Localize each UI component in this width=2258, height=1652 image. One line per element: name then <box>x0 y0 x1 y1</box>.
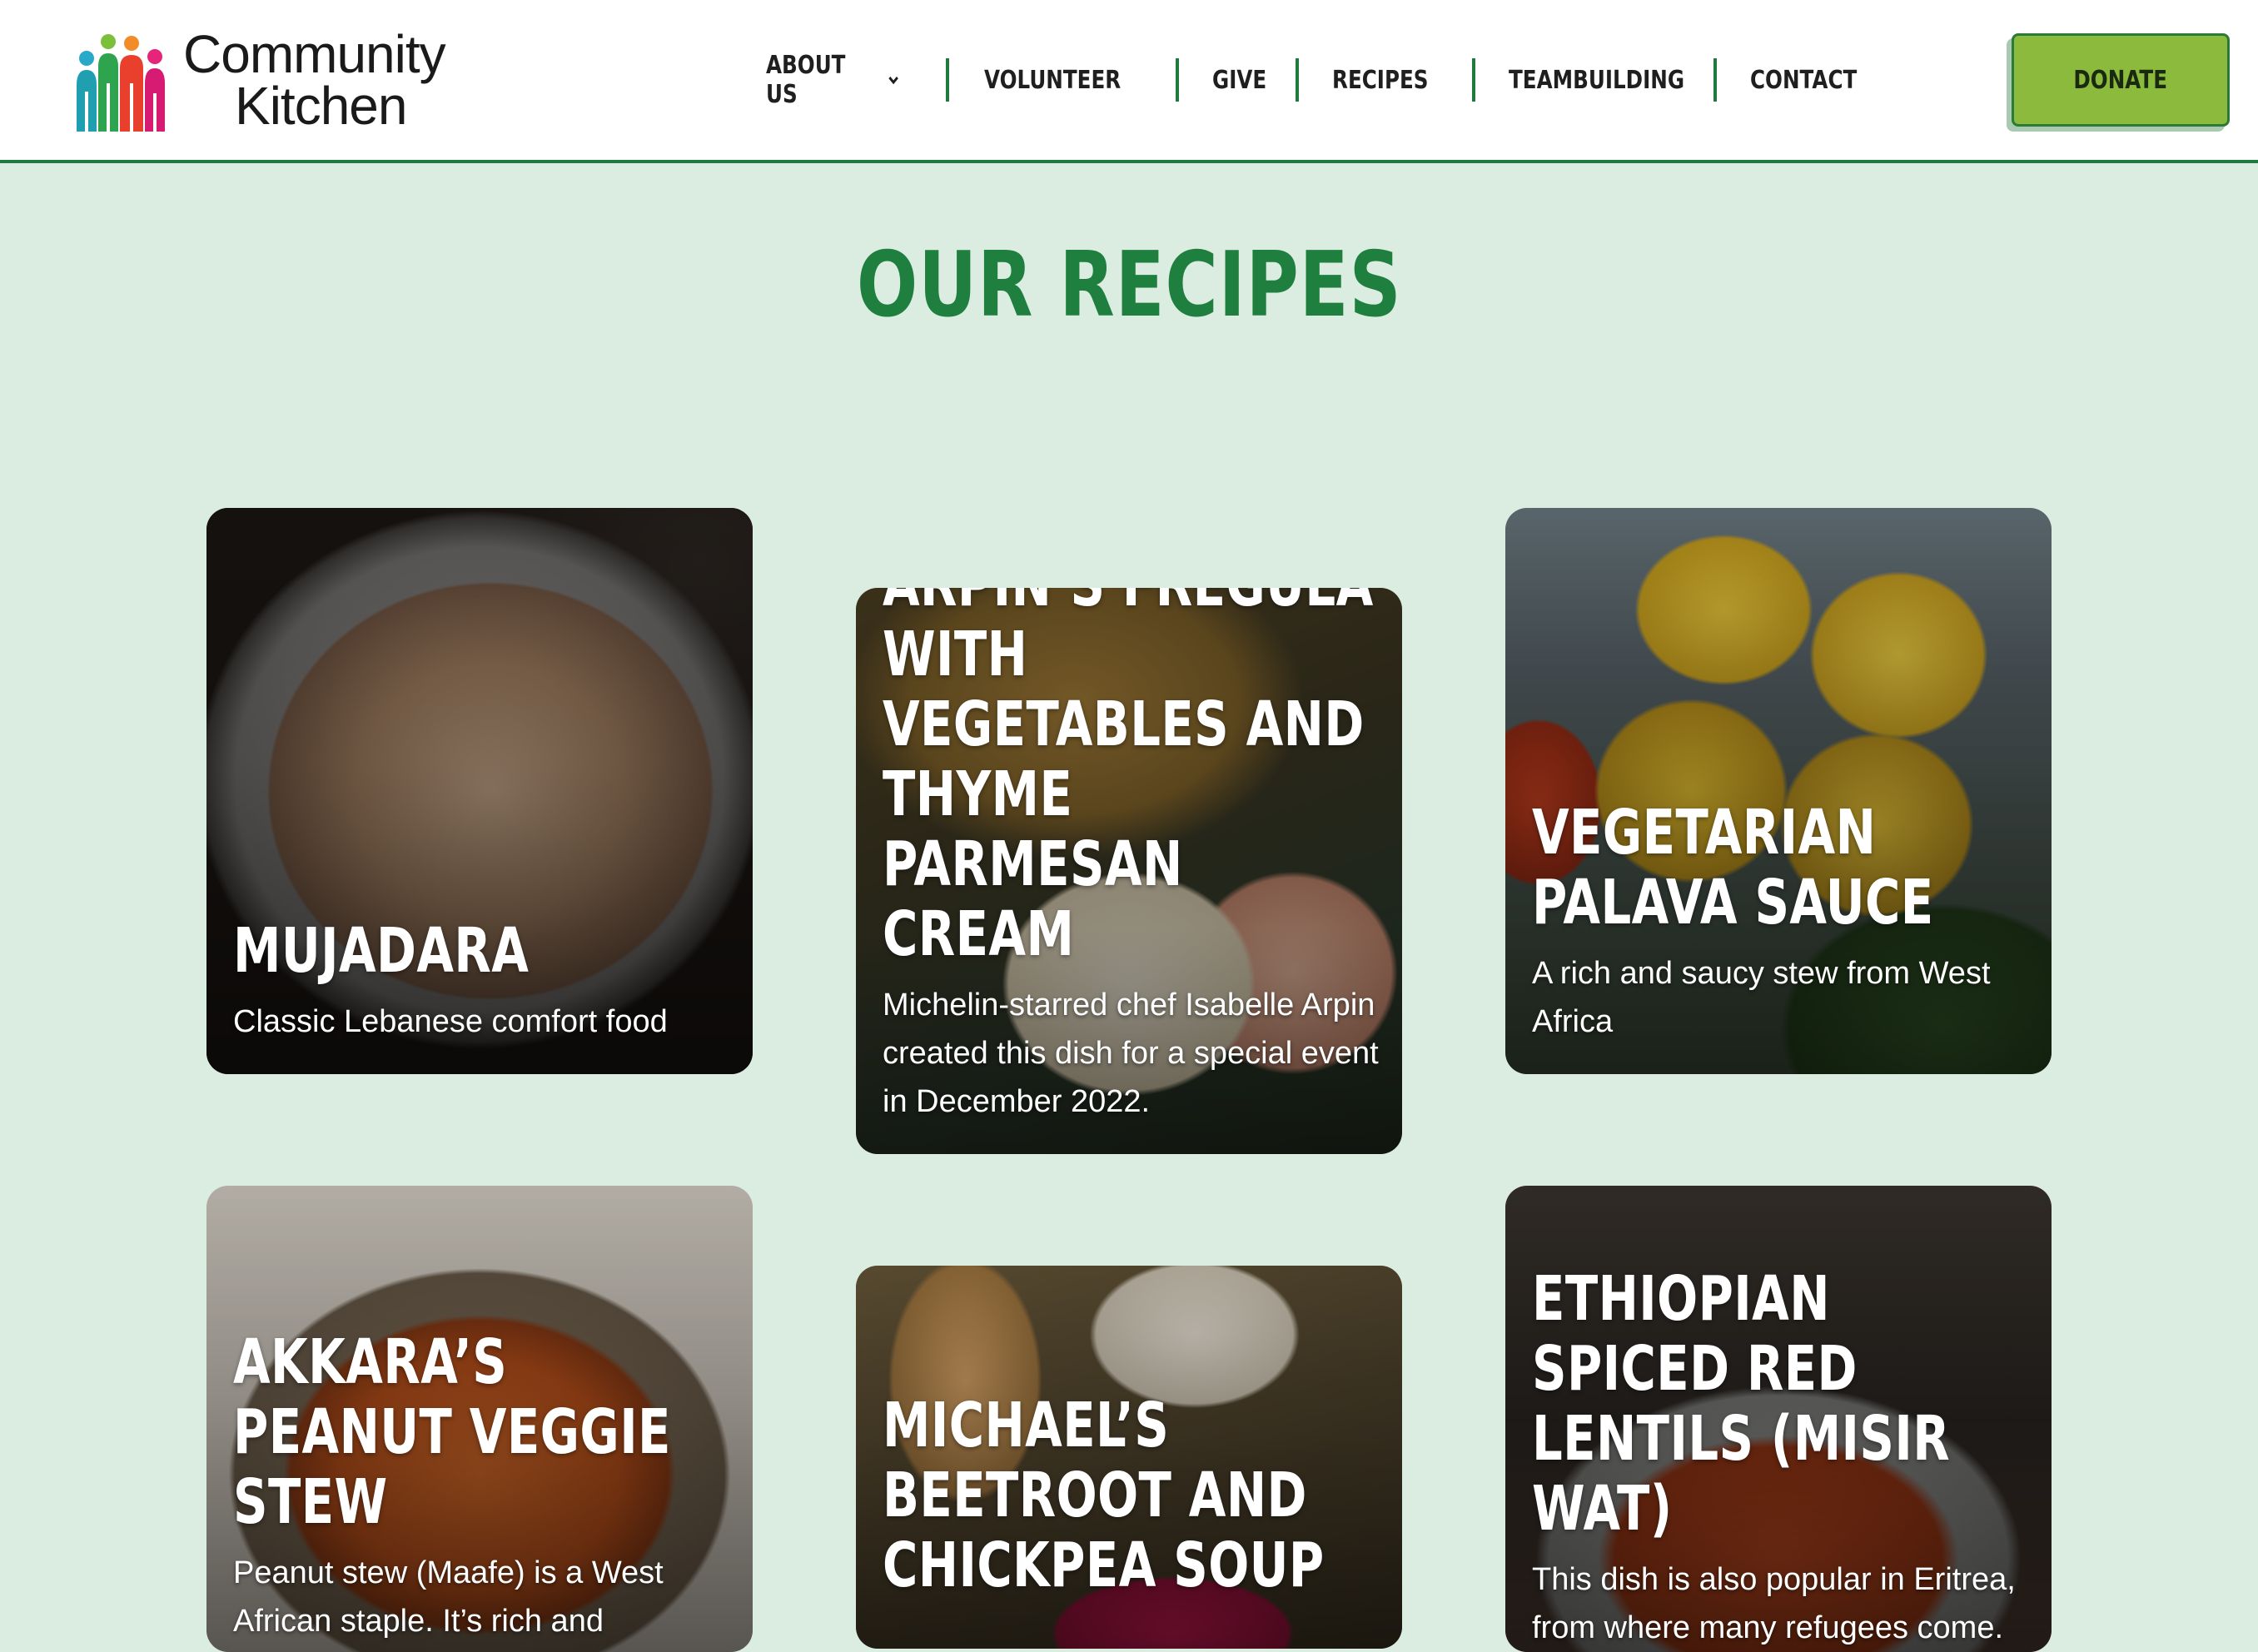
logo-line-1: Community <box>183 24 446 84</box>
recipe-card-misir-wat[interactable]: ETHIOPIAN SPICED RED LENTILS (MISIR WAT)… <box>1505 1186 2052 1652</box>
nav-contact[interactable]: CONTACT <box>1750 55 1857 105</box>
recipe-card-text: VEGETARIAN PALAVA SAUCE A rich and saucy… <box>1532 798 2028 1046</box>
recipe-title: AKKARA’S PEANUT VEGGIE STEW <box>233 1326 671 1538</box>
nav-recipes[interactable]: RECIPES <box>1332 55 1447 105</box>
recipe-description: This dish is also popular in Eritrea, fr… <box>1532 1562 2016 1645</box>
nav-about-us[interactable]: ABOUT US <box>766 51 900 109</box>
nav-divider <box>1296 58 1299 102</box>
recipe-card-text: AKKARA’S PEANUT VEGGIE STEW Peanut stew … <box>233 1327 729 1645</box>
recipe-card-text: MUJADARA Classic Lebanese comfort food <box>233 916 729 1046</box>
nav-recipes-label: RECIPES <box>1332 65 1429 95</box>
recipe-card-text: ETHIOPIAN SPICED RED LENTILS (MISIR WAT)… <box>1532 1264 2028 1652</box>
page-title: OUR RECIPES <box>0 233 2258 337</box>
nav-give-label: GIVE <box>1212 65 1267 95</box>
recipe-title: ETHIOPIAN SPICED RED LENTILS (MISIR WAT) <box>1532 1263 1951 1545</box>
recipe-description: A rich and saucy stew from West Africa <box>1532 956 1991 1039</box>
nav-divider <box>1713 58 1717 102</box>
recipe-card-fregula[interactable]: ISABELLE ARPIN’S FREGULA WITH VEGETABLES… <box>856 588 1402 1154</box>
nav-volunteer-label: VOLUNTEER <box>984 65 1122 95</box>
donate-button[interactable]: DONATE <box>2012 33 2230 127</box>
nav-divider <box>1472 58 1475 102</box>
recipe-card-peanut-stew[interactable]: AKKARA’S PEANUT VEGGIE STEW Peanut stew … <box>206 1186 753 1652</box>
recipe-description: Peanut stew (Maafe) is a West African st… <box>233 1555 664 1639</box>
logo-wordmark: Community Kitchen <box>183 24 475 136</box>
nav-give[interactable]: GIVE <box>1212 55 1281 105</box>
nav-about-us-label: ABOUT US <box>766 51 846 109</box>
page-title-text: OUR RECIPES <box>856 233 1402 337</box>
recipe-title: MUJADARA <box>233 915 530 987</box>
recipe-card-palava[interactable]: VEGETARIAN PALAVA SAUCE A rich and saucy… <box>1505 508 2052 1074</box>
nav-teambuilding-label: TEAMBUILDING <box>1509 65 1685 95</box>
site-header: Community Kitchen ABOUT US VOLUNTEER GIV… <box>0 0 2258 163</box>
nav-contact-label: CONTACT <box>1750 65 1858 95</box>
chevron-down-icon <box>888 76 898 85</box>
nav-volunteer[interactable]: VOLUNTEER <box>984 55 1134 105</box>
donate-button-label: DONATE <box>2073 65 2168 95</box>
recipe-description: Classic Lebanese comfort food <box>233 1004 668 1039</box>
recipe-title: ISABELLE ARPIN’S FREGULA WITH VEGETABLES… <box>883 588 1373 970</box>
community-kitchen-logo-icon <box>77 34 165 132</box>
nav-divider <box>1176 58 1179 102</box>
main-nav: ABOUT US VOLUNTEER GIVE RECIPES TEAMBUIL… <box>766 51 1875 109</box>
recipe-card-text: ISABELLE ARPIN’S FREGULA WITH VEGETABLES… <box>883 588 1379 1126</box>
nav-teambuilding[interactable]: TEAMBUILDING <box>1509 55 1684 105</box>
logo-line-2: Kitchen <box>235 76 407 136</box>
recipe-description: Michelin-starred chef Isabelle Arpin cre… <box>883 988 1379 1119</box>
recipe-title: VEGETARIAN PALAVA SAUCE <box>1532 797 1934 938</box>
recipe-title: MICHAEL’S BEETROOT AND CHICKPEA SOUP <box>883 1390 1325 1601</box>
recipe-card-text: MICHAEL’S BEETROOT AND CHICKPEA SOUP <box>883 1391 1379 1600</box>
site-logo[interactable]: Community Kitchen <box>72 27 471 137</box>
recipe-card-beetroot-soup[interactable]: MICHAEL’S BEETROOT AND CHICKPEA SOUP <box>856 1266 1402 1649</box>
recipe-card-mujadara[interactable]: MUJADARA Classic Lebanese comfort food <box>206 508 753 1074</box>
nav-divider <box>946 58 949 102</box>
